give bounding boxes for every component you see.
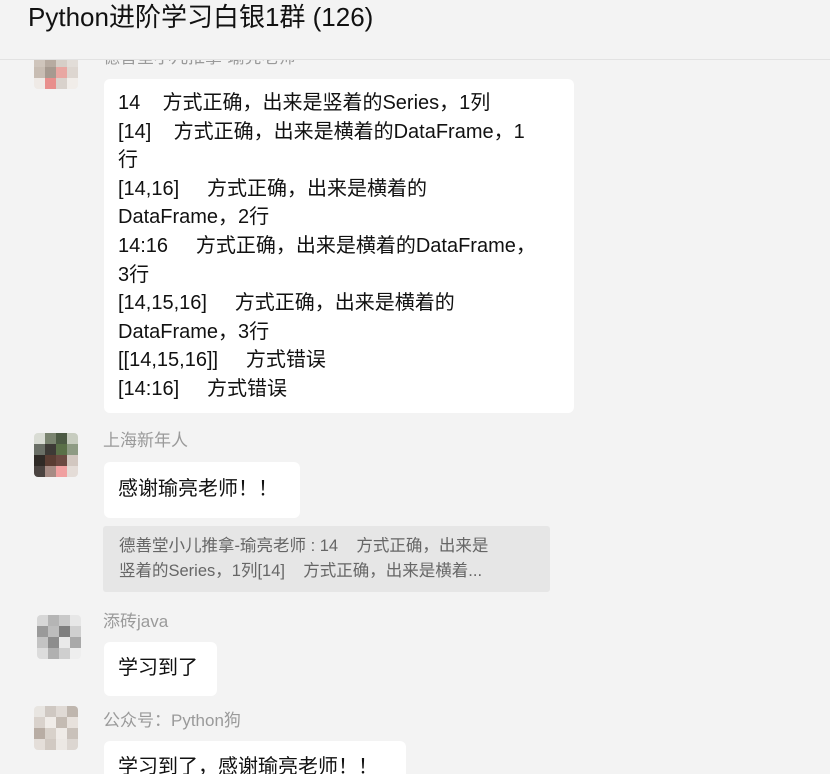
avatar-pixel (70, 626, 81, 637)
avatar-pixel (67, 466, 78, 477)
avatar-pixel (67, 728, 78, 739)
message-bubble[interactable]: 14 方式正确，出来是竖着的Series，1列 [14] 方式正确，出来是横着的… (104, 79, 574, 413)
message-line: 3行 (118, 263, 150, 286)
message-bubble[interactable]: 感谢瑜亮老师！！ (104, 462, 300, 518)
quote-line: 德善堂小儿推拿-瑜亮老师 : 14 方式正确，出来是 (119, 537, 489, 555)
message-line: DataFrame，3行 (118, 320, 270, 343)
avatar-pixel (56, 717, 67, 728)
avatar-pixel (34, 728, 45, 739)
title-bar: Python进阶学习白银1群 (126) (0, 0, 830, 60)
avatar-pixel (34, 60, 45, 67)
avatar-pixel (34, 455, 45, 466)
avatar-pixel (34, 78, 45, 89)
avatar-pixel (56, 739, 67, 750)
avatar-pixel (45, 444, 56, 455)
message-line: [14:16] 方式错误 (118, 377, 287, 400)
avatar-pixel (34, 706, 45, 717)
avatar-pixel (48, 648, 59, 659)
avatar-pixel (45, 717, 56, 728)
avatar[interactable] (34, 433, 78, 477)
avatar-pixel (70, 615, 81, 626)
avatar[interactable] (34, 60, 78, 89)
avatar-pixel (56, 67, 67, 78)
avatar[interactable] (34, 706, 78, 750)
message-bubble[interactable]: 学习到了，感谢瑜亮老师！！ (104, 741, 406, 774)
sender-name: 添砖java (103, 612, 169, 631)
avatar-pixel (48, 637, 59, 648)
avatar-pixel (56, 466, 67, 477)
message-line: 学习到了，感谢瑜亮老师！！ (118, 756, 378, 774)
sender-name: 上海新年人 (103, 431, 188, 450)
avatar-pixel (59, 626, 70, 637)
avatar-pixel (70, 648, 81, 659)
message-bubble[interactable]: 学习到了 (104, 642, 217, 696)
message-line: [14,16] 方式正确，出来是横着的 (118, 177, 427, 200)
message-line: 14:16 方式正确，出来是横着的DataFrame， (118, 234, 536, 257)
sender-name: 德善堂小儿推拿-瑜亮老师 (103, 60, 296, 68)
chat-message-list[interactable]: 德善堂小儿推拿-瑜亮老师 14 方式正确，出来是竖着的Series，1列 [14… (0, 60, 830, 774)
avatar-pixel (67, 78, 78, 89)
avatar-pixel (45, 433, 56, 444)
avatar-pixel (45, 60, 56, 67)
avatar-pixel (45, 67, 56, 78)
avatar-pixel (34, 433, 45, 444)
avatar-pixel (56, 60, 67, 67)
avatar-pixel (67, 739, 78, 750)
avatar-pixel (37, 637, 48, 648)
avatar-pixel (37, 648, 48, 659)
avatar-pixel (56, 728, 67, 739)
avatar-pixel (59, 637, 70, 648)
avatar[interactable] (37, 615, 81, 659)
avatar-pixel (67, 60, 78, 67)
avatar-pixel (48, 615, 59, 626)
quoted-message[interactable]: 德善堂小儿推拿-瑜亮老师 : 14 方式正确，出来是 竖着的Series，1列[… (103, 526, 550, 592)
avatar-pixel (34, 717, 45, 728)
message-line: DataFrame，2行 (118, 206, 270, 229)
avatar-pixel (56, 444, 67, 455)
avatar-pixel (37, 626, 48, 637)
avatar-pixel (45, 706, 56, 717)
avatar-pixel (59, 648, 70, 659)
avatar-pixel (67, 444, 78, 455)
avatar-pixel (67, 717, 78, 728)
message-line: 学习到了 (118, 657, 198, 679)
avatar-pixel (56, 706, 67, 717)
message-line: [14,15,16] 方式正确，出来是横着的 (118, 292, 455, 315)
avatar-pixel (45, 728, 56, 739)
message-line: 14 方式正确，出来是竖着的Series，1列 (118, 92, 491, 114)
avatar-pixel (45, 739, 56, 750)
avatar-pixel (34, 444, 45, 455)
avatar-pixel (67, 455, 78, 466)
avatar-pixel (34, 67, 45, 78)
avatar-pixel (56, 78, 67, 89)
avatar-pixel (45, 455, 56, 466)
avatar-pixel (67, 706, 78, 717)
avatar-pixel (56, 433, 67, 444)
sender-name: 公众号：Python狗 (103, 711, 241, 730)
avatar-pixel (34, 466, 45, 477)
avatar-pixel (67, 433, 78, 444)
message-line: [[14,15,16]] 方式错误 (118, 349, 326, 372)
avatar-pixel (45, 78, 56, 89)
avatar-pixel (67, 67, 78, 78)
avatar-pixel (48, 626, 59, 637)
message-line: 感谢瑜亮老师！！ (118, 478, 278, 500)
avatar-pixel (37, 615, 48, 626)
message-line: 行 (118, 149, 138, 172)
avatar-pixel (45, 466, 56, 477)
quote-line: 竖着的Series，1列[14] 方式正确，出来是横着... (119, 562, 483, 580)
avatar-pixel (70, 637, 81, 648)
avatar-pixel (56, 455, 67, 466)
chat-title: Python进阶学习白银1群 (126) (28, 2, 374, 32)
message-line: [14] 方式正确，出来是横着的DataFrame，1 (118, 120, 525, 143)
avatar-pixel (34, 739, 45, 750)
avatar-pixel (59, 615, 70, 626)
